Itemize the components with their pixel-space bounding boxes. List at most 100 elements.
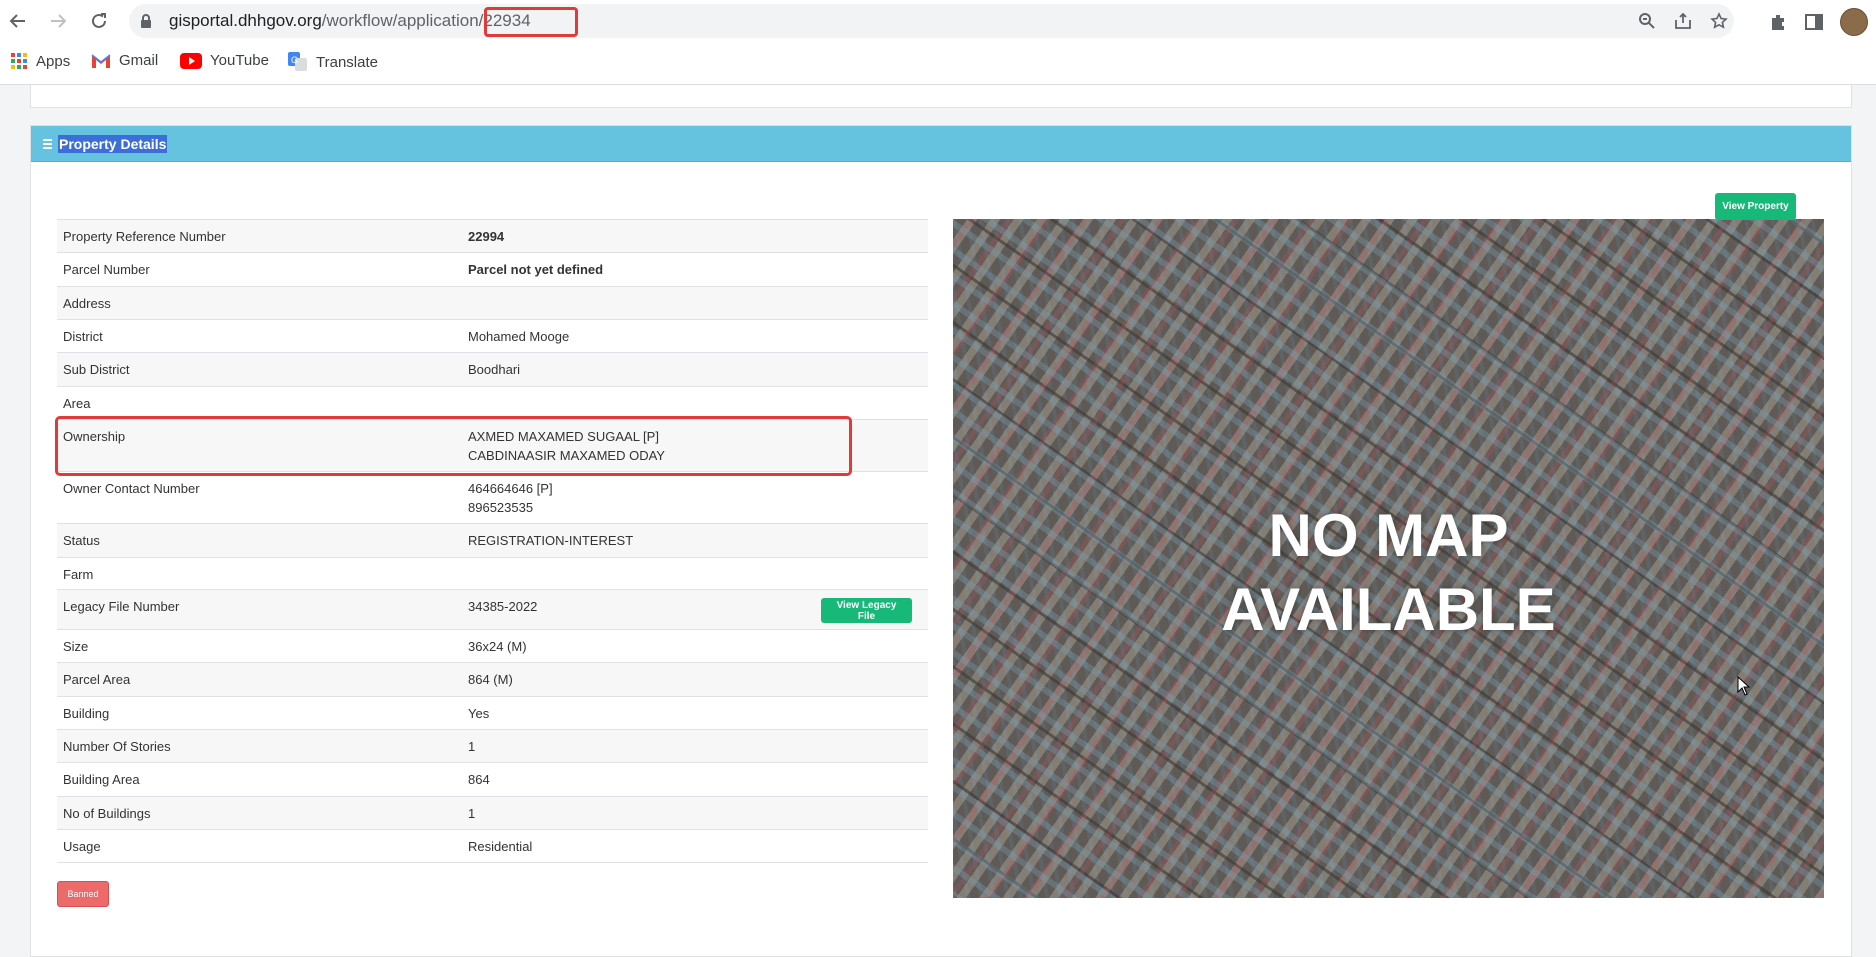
apps-grid-icon — [11, 53, 27, 69]
table-row: Parcel Number Parcel not yet defined — [57, 252, 928, 287]
table-row: Usage Residential — [57, 829, 928, 863]
row-label: Number Of Stories — [63, 739, 171, 754]
row-label: Building Area — [63, 772, 140, 787]
bookmark-label: Translate — [316, 53, 378, 71]
reload-button[interactable] — [86, 8, 112, 34]
row-label: Sub District — [63, 362, 130, 377]
bookmark-youtube[interactable]: YouTube — [180, 52, 269, 69]
bookmark-translate[interactable]: G Translate — [288, 52, 378, 72]
bookmark-apps[interactable]: Apps — [10, 52, 70, 70]
extensions-icon[interactable] — [1768, 12, 1788, 32]
mouse-cursor-icon — [1737, 676, 1751, 696]
row-label: Parcel Area — [63, 672, 131, 687]
row-value: Boodhari — [468, 362, 521, 377]
row-value: 864 — [468, 772, 490, 787]
list-icon — [43, 138, 52, 149]
profile-avatar[interactable] — [1840, 8, 1868, 36]
reload-icon — [92, 13, 106, 28]
table-row: Owner Contact Number 464664646 [P] 896523… — [57, 471, 928, 524]
table-row: Number Of Stories 1 — [57, 729, 928, 763]
bookmark-label: Apps — [36, 52, 71, 70]
row-label: Parcel Number — [63, 262, 150, 277]
row-value: 1 — [468, 806, 476, 821]
previous-section-card — [30, 85, 1852, 108]
no-map-text: NO MAP AVAILABLE — [953, 499, 1824, 647]
table-row: Farm — [57, 557, 928, 590]
row-label: Farm — [63, 567, 94, 582]
row-label: Ownership — [63, 429, 126, 444]
side-panel-icon[interactable] — [1804, 12, 1824, 32]
row-value: 1 — [468, 739, 476, 754]
svg-text:G: G — [291, 55, 298, 65]
bookmarks-bar: Apps Gmail YouTube G Translate — [0, 42, 1876, 85]
row-value — [468, 558, 920, 567]
bookmark-label: Gmail — [119, 52, 159, 69]
panel-heading: Property Details — [31, 126, 1851, 162]
address-bar[interactable]: gisportal.dhhgov.org/workflow/applicatio… — [129, 4, 1734, 38]
table-row: No of Buildings 1 — [57, 796, 928, 830]
row-value: REGISTRATION-INTEREST — [468, 533, 634, 548]
map-text-line-1: NO MAP — [1268, 502, 1509, 569]
row-label: Status — [63, 533, 100, 548]
table-row: Address — [57, 286, 928, 320]
back-arrow-icon — [9, 14, 25, 28]
row-value: Mohamed Mooge — [468, 329, 570, 344]
row-value: Parcel not yet defined — [468, 262, 604, 277]
row-label: Owner Contact Number — [63, 481, 200, 496]
browser-toolbar: gisportal.dhhgov.org/workflow/applicatio… — [0, 0, 1876, 42]
table-row: Legacy File Number 34385-2022 View Legac… — [57, 589, 928, 630]
row-value — [468, 387, 920, 396]
table-row: Area — [57, 386, 928, 420]
view-legacy-file-button[interactable]: View Legacy File — [821, 598, 912, 623]
view-property-button[interactable]: View Property — [1715, 193, 1796, 220]
row-value-2: CABDINAASIR MAXAMED ODAY — [468, 448, 665, 463]
row-value: AXMED MAXAMED SUGAAL [P] — [468, 429, 659, 444]
row-value-2: 896523535 — [468, 500, 534, 515]
row-label: Building — [63, 706, 110, 721]
banned-button[interactable]: Banned — [57, 881, 109, 907]
panel-title: Property Details — [58, 134, 168, 153]
row-value: Residential — [468, 839, 533, 854]
row-label: Property Reference Number — [63, 229, 226, 244]
zoom-icon[interactable] — [1638, 12, 1656, 30]
forward-button[interactable] — [45, 8, 71, 34]
table-row: Building Yes — [57, 696, 928, 730]
url-highlight-box — [484, 7, 578, 37]
lock-icon — [139, 13, 153, 34]
table-row: Property Reference Number 22994 — [57, 219, 928, 253]
map-text-line-2: AVAILABLE — [1221, 576, 1556, 643]
table-row: Parcel Area 864 (M) — [57, 662, 928, 697]
row-value: 864 (M) — [468, 672, 513, 687]
row-value — [468, 287, 920, 296]
row-value: Yes — [468, 706, 490, 721]
back-button[interactable] — [5, 8, 31, 34]
url-path: /workflow/applicatio — [321, 11, 470, 30]
table-row: Status REGISTRATION-INTEREST — [57, 523, 928, 558]
url-text: gisportal.dhhgov.org/workflow/applicatio… — [169, 11, 531, 31]
bookmark-label: YouTube — [210, 52, 269, 69]
row-label: Size — [63, 639, 89, 654]
row-label: No of Buildings — [63, 806, 151, 821]
share-icon[interactable] — [1674, 12, 1692, 30]
table-row: District Mohamed Mooge — [57, 319, 928, 353]
row-value: 22994 — [468, 229, 505, 244]
row-label: District — [63, 329, 103, 344]
bookmark-gmail[interactable]: Gmail — [91, 52, 158, 69]
youtube-icon — [180, 52, 202, 69]
table-row: Size 36x24 (M) — [57, 629, 928, 663]
page-content: Property Details Property Reference Numb… — [0, 85, 1876, 957]
row-value: 464664646 [P] — [468, 481, 553, 496]
row-label: Address — [63, 296, 111, 311]
row-label: Legacy File Number — [63, 599, 180, 614]
forward-arrow-icon — [51, 14, 67, 28]
table-row-ownership: Ownership AXMED MAXAMED SUGAAL [P] CABDIN… — [57, 419, 928, 472]
url-host: gisportal.dhhgov.org — [169, 11, 322, 30]
map-placeholder-image: NO MAP AVAILABLE — [953, 219, 1824, 898]
row-label: Usage — [63, 839, 101, 854]
row-value: 36x24 (M) — [468, 639, 527, 654]
property-details-table: Property Reference Number 22994 Parcel N… — [57, 219, 928, 863]
gmail-icon — [91, 53, 111, 68]
bookmark-star-icon[interactable] — [1710, 12, 1728, 30]
row-label: Area — [63, 396, 91, 411]
translate-icon: G — [288, 52, 307, 71]
